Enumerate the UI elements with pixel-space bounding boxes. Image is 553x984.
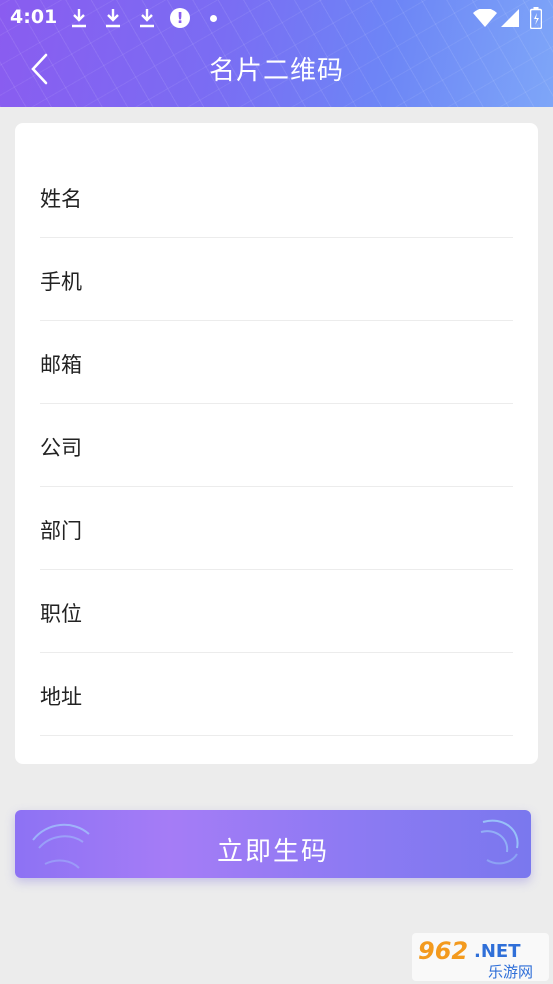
form-row-email[interactable]: 邮箱 <box>40 321 513 404</box>
form-row-position[interactable]: 职位 <box>40 570 513 653</box>
address-input[interactable] <box>120 673 513 713</box>
email-input[interactable] <box>120 341 513 381</box>
site-watermark-logo: 962 .NET 乐游网 <box>412 933 549 981</box>
form-row-name[interactable]: 姓名 <box>40 155 513 238</box>
status-bar: 4:01 ! <box>0 0 553 36</box>
signal-icon <box>501 9 519 27</box>
form-row-address[interactable]: 地址 <box>40 653 513 736</box>
download-icon <box>72 9 86 28</box>
generate-code-button[interactable]: 立即生码 <box>15 810 531 878</box>
form-card: 姓名 手机 邮箱 公司 部门 职位 地址 <box>15 123 538 764</box>
field-label: 地址 <box>40 685 82 709</box>
field-label: 部门 <box>40 519 82 543</box>
form-row-phone[interactable]: 手机 <box>40 238 513 321</box>
status-time: 4:01 <box>10 6 58 28</box>
field-label: 手机 <box>40 270 82 294</box>
field-label: 职位 <box>40 602 82 626</box>
watermark-suffix: .NET <box>474 941 521 962</box>
watermark-number: 962 <box>418 937 468 965</box>
form-row-department[interactable]: 部门 <box>40 487 513 570</box>
form-row-company[interactable]: 公司 <box>40 404 513 487</box>
company-input[interactable] <box>120 424 513 464</box>
wifi-icon <box>473 9 497 27</box>
dot-icon <box>210 15 217 22</box>
field-label: 邮箱 <box>40 353 82 377</box>
page-title: 名片二维码 <box>208 56 344 86</box>
watermark-sub: 乐游网 <box>488 963 533 981</box>
download-icon <box>106 9 120 28</box>
position-input[interactable] <box>120 590 513 630</box>
header-bar: 4:01 ! 名片二维码 <box>0 0 553 107</box>
generate-code-label: 立即生码 <box>216 837 329 867</box>
field-label: 公司 <box>40 436 82 460</box>
download-icon <box>140 9 154 28</box>
phone-input[interactable] <box>120 258 513 298</box>
alert-icon: ! <box>170 8 190 28</box>
name-input[interactable] <box>120 175 513 215</box>
field-label: 姓名 <box>40 187 82 211</box>
department-input[interactable] <box>120 507 513 547</box>
battery-icon <box>530 7 542 29</box>
